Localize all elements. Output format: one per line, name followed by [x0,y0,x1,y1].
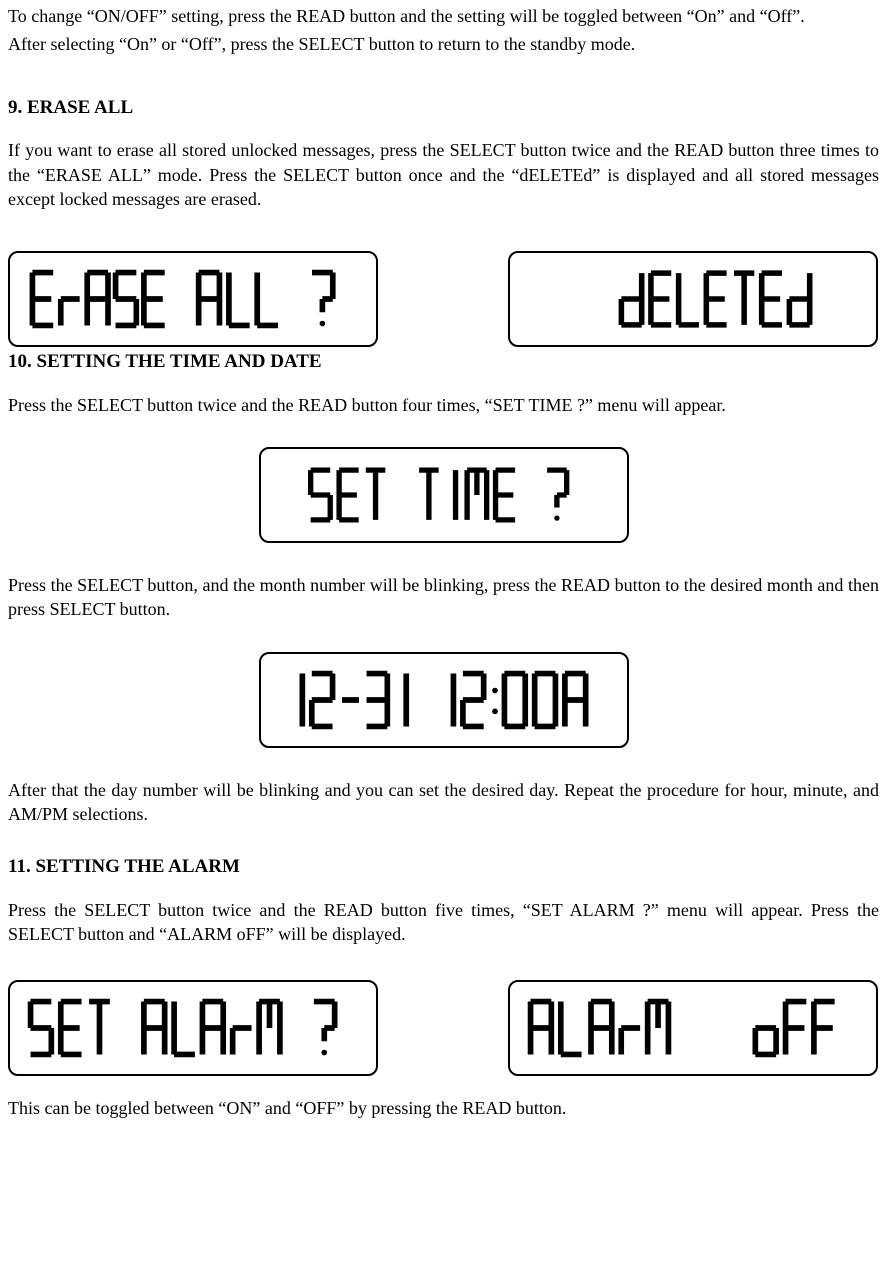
lcd-set-alarm [8,980,378,1076]
heading-time-date: 10. SETTING THE TIME AND DATE [8,349,879,375]
alarm-body2: This can be toggled between “ON” and “OF… [8,1096,879,1120]
lcd-alarm-off [508,980,878,1076]
time-date-body3: After that the day number will be blinki… [8,778,879,827]
heading-alarm: 11. SETTING THE ALARM [8,854,879,880]
time-date-body1: Press the SELECT button twice and the RE… [8,393,879,417]
intro-line1: To change “ON/OFF” setting, press the RE… [8,4,879,28]
lcd-deleted [508,251,878,347]
lcd-row-clock [8,652,879,748]
time-date-body2: Press the SELECT button, and the month n… [8,573,879,622]
lcd-row-settime [8,447,879,543]
heading-erase-all: 9. ERASE ALL [8,95,879,121]
intro-line2: After selecting “On” or “Off”, press the… [8,32,879,56]
lcd-set-time [259,447,629,543]
alarm-body1: Press the SELECT button twice and the RE… [8,898,879,947]
lcd-row-alarm [8,980,879,1076]
lcd-clock [259,652,629,748]
erase-all-body: If you want to erase all stored unlocked… [8,138,879,211]
lcd-erase-all [8,251,378,347]
lcd-row-erase [8,251,879,347]
